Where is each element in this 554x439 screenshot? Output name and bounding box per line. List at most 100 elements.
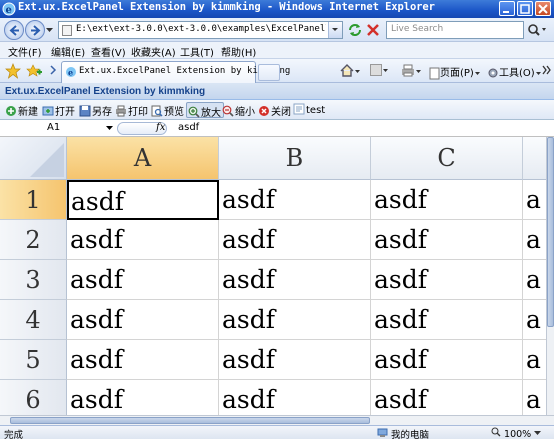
active-cell[interactable]: asdf: [67, 180, 219, 220]
test-label: test: [306, 105, 326, 116]
grid-cell[interactable]: asdf: [371, 220, 523, 260]
row-header[interactable]: 3: [0, 260, 67, 300]
grid-cell[interactable]: asdf: [219, 180, 371, 220]
feeds-button[interactable]: [370, 64, 389, 79]
function-button[interactable]: fx: [117, 122, 167, 135]
grid-cell[interactable]: a: [523, 300, 546, 340]
stop-icon[interactable]: [365, 22, 381, 38]
column-header-c[interactable]: C: [371, 137, 523, 180]
maximize-button[interactable]: [517, 1, 533, 16]
grid-cell[interactable]: a: [523, 260, 546, 300]
home-button[interactable]: [340, 64, 361, 79]
formula-input[interactable]: asdf: [178, 122, 199, 133]
address-url[interactable]: E:\ext\ext-3.0.0\ext-3.0.0\examples\Exce…: [76, 24, 326, 34]
row-header[interactable]: 1: [0, 180, 67, 220]
column-header-d[interactable]: [523, 137, 546, 180]
zoom-out-button[interactable]: 缩小: [221, 102, 257, 118]
window-title: Ext.ux.ExcelPanel Extension by kimmking …: [18, 1, 435, 13]
grid-cell[interactable]: asdf: [67, 380, 219, 415]
tools-menu-button[interactable]: 工具(O): [487, 64, 542, 79]
chevron-down-icon: [416, 69, 421, 73]
column-header-b[interactable]: B: [219, 137, 371, 180]
grid-cell[interactable]: a: [523, 340, 546, 380]
print-label: 打印: [128, 107, 148, 118]
more-commands-button[interactable]: [542, 64, 552, 79]
title-bar: e Ext.ux.ExcelPanel Extension by kimmkin…: [0, 0, 554, 18]
new-tab-button[interactable]: [258, 64, 280, 81]
grid-cell[interactable]: asdf: [67, 220, 219, 260]
excel-toolbar: 新建 打开 另存 打印 预览 放大 缩小 关闭 test: [0, 100, 554, 120]
fx-label: fx: [156, 122, 166, 133]
menu-favorites[interactable]: 收藏夹(A): [131, 44, 176, 59]
row-header[interactable]: 2: [0, 220, 67, 260]
grid-cell[interactable]: asdf: [219, 340, 371, 380]
quick-tabs-icon[interactable]: [49, 63, 61, 77]
page-icon: [429, 67, 440, 79]
row-header[interactable]: 6: [0, 380, 67, 415]
minimize-button[interactable]: [499, 1, 515, 16]
menu-view[interactable]: 查看(V): [91, 44, 126, 59]
menu-tools[interactable]: 工具(T): [180, 44, 214, 59]
save-as-button[interactable]: 另存: [78, 102, 114, 118]
computer-icon: [377, 428, 388, 437]
select-all-corner[interactable]: [0, 137, 67, 180]
row-header[interactable]: 5: [0, 340, 67, 380]
test-button[interactable]: test: [292, 102, 327, 118]
row-header[interactable]: 4: [0, 300, 67, 340]
cell-reference-box[interactable]: A1: [2, 121, 114, 135]
menu-edit[interactable]: 编辑(E): [51, 44, 85, 59]
open-button[interactable]: 打开: [41, 102, 77, 118]
address-dropdown-button[interactable]: [328, 22, 342, 38]
print-cmd-button[interactable]: [401, 64, 422, 79]
zoom-in-label: 放大: [201, 108, 221, 119]
favorites-star-icon[interactable]: [5, 63, 21, 79]
zoom-control[interactable]: 100%: [491, 427, 542, 439]
grid-cell[interactable]: asdf: [371, 380, 523, 415]
page-menu-button[interactable]: 页面(P): [429, 64, 481, 79]
zoom-level: 100%: [504, 429, 532, 439]
grid-cell[interactable]: asdf: [371, 300, 523, 340]
chevron-down-icon: [106, 126, 113, 130]
grid-cell[interactable]: asdf: [371, 260, 523, 300]
preview-button[interactable]: 预览: [150, 102, 186, 118]
grid-cell[interactable]: asdf: [371, 340, 523, 380]
grid-cell[interactable]: asdf: [219, 300, 371, 340]
tab-excelpanel[interactable]: e Ext.ux.ExcelPanel Extension by kimmkin…: [61, 61, 290, 83]
grid-cell[interactable]: a: [523, 220, 546, 260]
chevron-down-icon: [474, 72, 480, 75]
grid-cell[interactable]: asdf: [67, 300, 219, 340]
address-field[interactable]: E:\ext\ext-3.0.0\ext-3.0.0\examples\Exce…: [58, 21, 343, 39]
grid-cell[interactable]: asdf: [219, 260, 371, 300]
new-doc-icon: [6, 106, 16, 116]
menu-help[interactable]: 帮助(H): [221, 44, 256, 59]
grid-cell[interactable]: asdf: [67, 340, 219, 380]
menu-file[interactable]: 文件(F): [8, 44, 42, 59]
close-window-button[interactable]: [535, 1, 551, 16]
zoom-in-button[interactable]: 放大: [186, 102, 224, 119]
refresh-icon[interactable]: [347, 22, 363, 38]
back-button[interactable]: [4, 20, 24, 40]
horizontal-scroll-thumb[interactable]: [10, 417, 370, 424]
new-button[interactable]: 新建: [4, 102, 40, 118]
print-button[interactable]: 打印: [114, 102, 150, 118]
add-favorite-icon[interactable]: [26, 63, 42, 79]
grid-cell[interactable]: asdf: [219, 380, 371, 415]
history-dropdown-icon[interactable]: [46, 26, 53, 34]
vertical-scrollbar[interactable]: [546, 137, 554, 415]
zone-indicator: 我的电脑: [377, 427, 429, 439]
chevron-down-icon: [355, 69, 360, 73]
search-icon[interactable]: [526, 22, 548, 38]
grid-cell[interactable]: asdf: [219, 220, 371, 260]
horizontal-scrollbar[interactable]: [0, 415, 554, 425]
vertical-scroll-thumb[interactable]: [547, 137, 554, 327]
grid-cell[interactable]: asdf: [67, 260, 219, 300]
grid-cell[interactable]: a: [523, 380, 546, 415]
close-button[interactable]: 关闭: [257, 102, 293, 118]
search-input[interactable]: Live Search: [386, 21, 524, 39]
address-toolbar: E:\ext\ext-3.0.0\ext-3.0.0\examples\Exce…: [0, 18, 554, 42]
forward-button[interactable]: [25, 20, 45, 40]
column-header-a[interactable]: A: [67, 137, 219, 180]
preview-icon: [151, 105, 163, 117]
grid-cell[interactable]: a: [523, 180, 546, 220]
grid-cell[interactable]: asdf: [371, 180, 523, 220]
